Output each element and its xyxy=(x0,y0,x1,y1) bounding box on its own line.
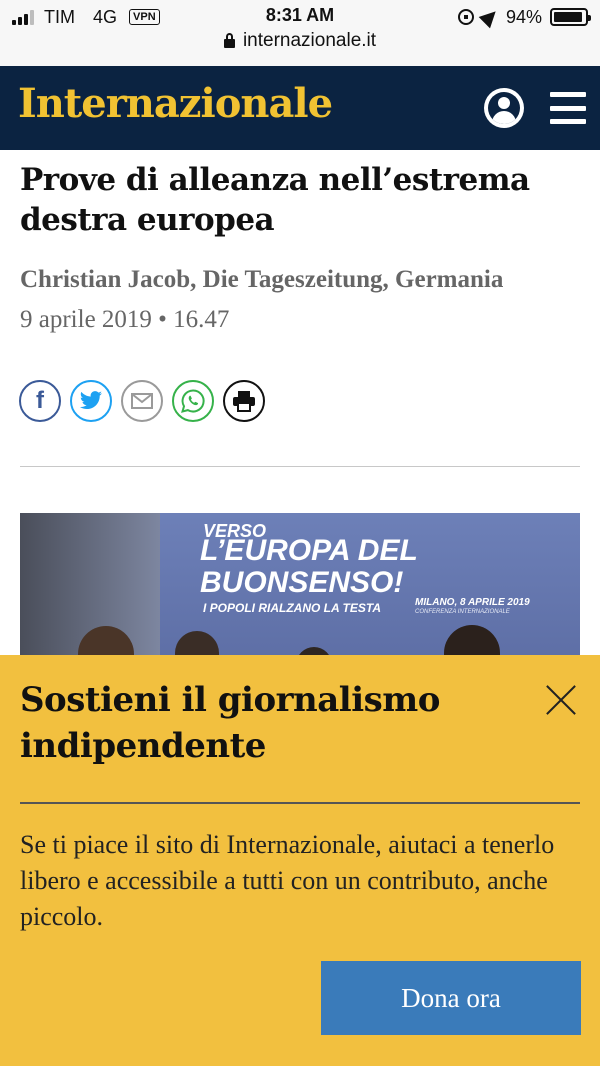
battery-percent: 94% xyxy=(505,6,542,27)
donation-title: Sostieni il giornalismo indipendente xyxy=(20,680,440,766)
whatsapp-icon[interactable] xyxy=(172,380,214,422)
share-bar: f xyxy=(19,380,265,422)
battery-icon xyxy=(550,8,591,26)
photo-text-2: L’EUROPA DEL BUONSENSO! xyxy=(200,534,418,599)
article-divider xyxy=(20,466,580,467)
account-icon xyxy=(488,92,520,124)
account-button[interactable] xyxy=(484,88,524,128)
article-date: 9 aprile 2019 • 16.47 xyxy=(20,306,230,333)
menu-icon[interactable] xyxy=(550,92,586,124)
photo-text-3: I POPOLI RIALZANO LA TESTA xyxy=(203,601,381,615)
donation-divider xyxy=(20,802,580,804)
donate-button[interactable]: Dona ora xyxy=(321,961,581,1035)
facebook-glyph: f xyxy=(36,387,44,414)
print-icon[interactable] xyxy=(223,380,265,422)
url-bar[interactable]: internazionale.it xyxy=(0,30,600,52)
mail-icon[interactable] xyxy=(121,380,163,422)
donation-banner: Sostieni il giornalismo indipendente Se … xyxy=(0,655,600,1066)
status-bar: TIM 4G VPN 8:31 AM 94% internazionale.it xyxy=(0,0,600,66)
site-header: Internazionale xyxy=(0,66,600,150)
photo-text-5: CONFERENZA INTERNAZIONALE xyxy=(415,609,510,615)
orientation-lock-icon xyxy=(457,9,474,25)
location-icon xyxy=(478,5,502,29)
site-logo[interactable]: Internazionale xyxy=(18,80,333,127)
facebook-icon[interactable]: f xyxy=(19,380,61,422)
article-title: Prove di alleanza nell’estrema destra eu… xyxy=(20,162,530,238)
article-photo[interactable]: VERSO L’EUROPA DEL BUONSENSO! I POPOLI R… xyxy=(20,513,580,658)
twitter-icon[interactable] xyxy=(70,380,112,422)
close-icon[interactable] xyxy=(544,683,578,717)
url-text[interactable]: internazionale.it xyxy=(243,30,376,52)
photo-text-4: MILANO, 8 APRILE 2019 xyxy=(415,597,530,608)
padlock-icon xyxy=(223,32,235,48)
article-byline: Christian Jacob, Die Tageszeitung, Germa… xyxy=(20,266,504,293)
donation-text: Se ti piace il sito di Internazionale, a… xyxy=(20,830,555,931)
status-right: 94% xyxy=(457,5,591,29)
